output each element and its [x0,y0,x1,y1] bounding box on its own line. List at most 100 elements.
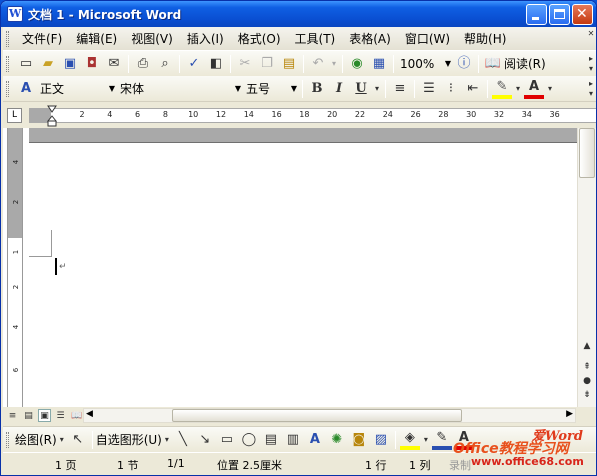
email-icon[interactable]: ✉ [104,54,124,74]
maximize-button[interactable] [549,3,570,25]
document-page[interactable]: ↵ [29,144,577,407]
outline-view-icon[interactable]: ☰ [54,409,67,422]
horizontal-ruler[interactable]: L 2 4 6 8 10 12 14 16 18 20 22 24 26 28 30 32 34 36 [3,102,596,128]
title-bar[interactable]: W 文档 1 - Microsoft Word ✕ [1,1,596,27]
open-icon[interactable]: ▰ [38,54,58,74]
scroll-thumb[interactable] [172,409,462,422]
chevron-down-icon[interactable]: ▾ [163,430,171,450]
draw-menu[interactable]: 绘图(R) [15,431,57,448]
chevron-down-icon[interactable]: ▾ [330,54,338,74]
minimize-button[interactable] [526,3,547,25]
tab-selector[interactable]: L [7,108,22,123]
word-app-icon[interactable]: W [7,6,23,22]
next-page-icon[interactable]: ⇟ [580,388,594,402]
select-objects-icon[interactable]: ↖ [68,430,88,450]
toolbar-grip[interactable] [6,80,9,97]
size-select[interactable]: 五号 ▼ [243,79,299,98]
bold-button[interactable]: B [307,79,327,99]
vertical-scrollbar[interactable]: ▲ ⇞ ● ⇟ [577,128,596,407]
arrow-icon[interactable]: ↘ [195,430,215,450]
chevron-down-icon[interactable]: ▾ [514,79,522,99]
status-record[interactable]: 录制 [449,457,471,473]
oval-icon[interactable]: ◯ [239,430,259,450]
select-browse-object-icon[interactable]: ● [580,374,594,388]
bullets-icon[interactable]: ⁝ [441,79,461,99]
paste-icon[interactable]: ▤ [279,54,299,74]
scroll-right-icon[interactable]: ▶ [566,409,573,419]
new-doc-icon[interactable]: ▭ [16,54,36,74]
menu-view[interactable]: 视图(V) [124,30,180,47]
document-area[interactable]: ↵ [3,128,577,407]
underline-button[interactable]: U [351,79,371,99]
status-page: 1 页 [55,459,77,472]
scroll-up-icon[interactable]: ▲ [580,339,594,353]
print-icon[interactable]: ⎙ [133,54,153,74]
vertical-text-box-icon[interactable]: ▥ [283,430,303,450]
rectangle-icon[interactable]: ▭ [217,430,237,450]
undo-icon[interactable]: ↶ [308,54,328,74]
chevron-down-icon[interactable]: ▾ [546,79,554,99]
print-preview-icon[interactable]: ⌕ [155,54,175,74]
zoom-select[interactable]: 100% ▼ [397,54,453,73]
scroll-left-icon[interactable]: ◀ [86,409,93,419]
autoshapes-menu[interactable]: 自选图形(U) [96,431,162,448]
menu-insert[interactable]: 插入(I) [180,30,231,47]
highlight-icon[interactable]: ✎ [492,79,512,99]
help-icon[interactable]: ⓘ [454,54,474,74]
reading-view-icon[interactable]: 📖 [70,409,83,422]
table-icon[interactable]: ▦ [369,54,389,74]
chevron-down-icon[interactable]: ▾ [58,430,66,450]
picture-icon[interactable]: ▨ [371,430,391,450]
styles-pane-icon[interactable]: A [16,79,36,99]
chevron-down-icon[interactable]: ▾ [373,79,381,99]
indent-marker-icon[interactable] [47,105,57,127]
font-select[interactable]: 宋体 ▼ [117,79,243,98]
italic-button[interactable]: I [329,79,349,99]
menu-file[interactable]: 文件(F) [15,30,69,47]
fill-color-icon[interactable]: ◈ [399,430,420,450]
line-color-icon[interactable]: ✎ [431,430,452,450]
style-select[interactable]: 正文 ▼ [37,79,117,98]
justify-icon[interactable]: ≡ [390,79,410,99]
menu-window[interactable]: 窗口(W) [398,30,457,47]
font-color-icon[interactable]: A [524,79,544,99]
decrease-indent-icon[interactable]: ⇤ [463,79,483,99]
close-document-icon[interactable]: ✕ [586,29,596,49]
cut-icon[interactable]: ✂ [235,54,255,74]
wordart-icon[interactable]: A [305,430,325,450]
read-icon[interactable]: 📖 [483,54,503,74]
chevron-down-icon[interactable]: ▾ [422,430,430,450]
toolbar-options-icon[interactable]: ▸ ▾ [586,54,596,74]
toolbar-grip[interactable] [6,431,9,448]
menu-table[interactable]: 表格(A) [342,30,398,47]
vertical-ruler[interactable]: 4 2 1 2 4 6 [7,128,23,407]
toolbar-options-icon[interactable]: ▸ ▾ [586,79,596,99]
diagram-icon[interactable]: ✺ [327,430,347,450]
prev-page-icon[interactable]: ⇞ [580,360,594,374]
menu-help[interactable]: 帮助(H) [457,30,513,47]
clipart-icon[interactable]: ◙ [349,430,369,450]
menu-format[interactable]: 格式(O) [231,30,288,47]
horizontal-scrollbar[interactable]: ◀ ▶ [83,408,576,423]
research-icon[interactable]: ◧ [206,54,226,74]
menu-edit[interactable]: 编辑(E) [69,30,124,47]
toolbar-grip[interactable] [6,30,9,47]
numbering-icon[interactable]: ☰ [419,79,439,99]
menu-tools[interactable]: 工具(T) [288,30,343,47]
web-view-icon[interactable]: ▤ [22,409,35,422]
permission-icon[interactable]: ◘ [82,54,102,74]
toolbar-grip[interactable] [6,55,9,72]
copy-icon[interactable]: ❐ [257,54,277,74]
scroll-thumb[interactable] [579,128,595,178]
save-icon[interactable]: ▣ [60,54,80,74]
ruler-tick-label: 6 [12,367,20,373]
normal-view-icon[interactable]: ≡ [6,409,19,422]
read-button[interactable]: 阅读(R) [504,55,546,72]
text-box-icon[interactable]: ▤ [261,430,281,450]
spelling-icon[interactable]: ✓ [184,54,204,74]
hyperlink-icon[interactable]: ◉ [347,54,367,74]
line-icon[interactable]: ╲ [173,430,193,450]
font-color-icon[interactable]: A [453,430,474,450]
close-button[interactable]: ✕ [572,3,593,25]
print-layout-icon[interactable]: ▣ [38,409,51,422]
